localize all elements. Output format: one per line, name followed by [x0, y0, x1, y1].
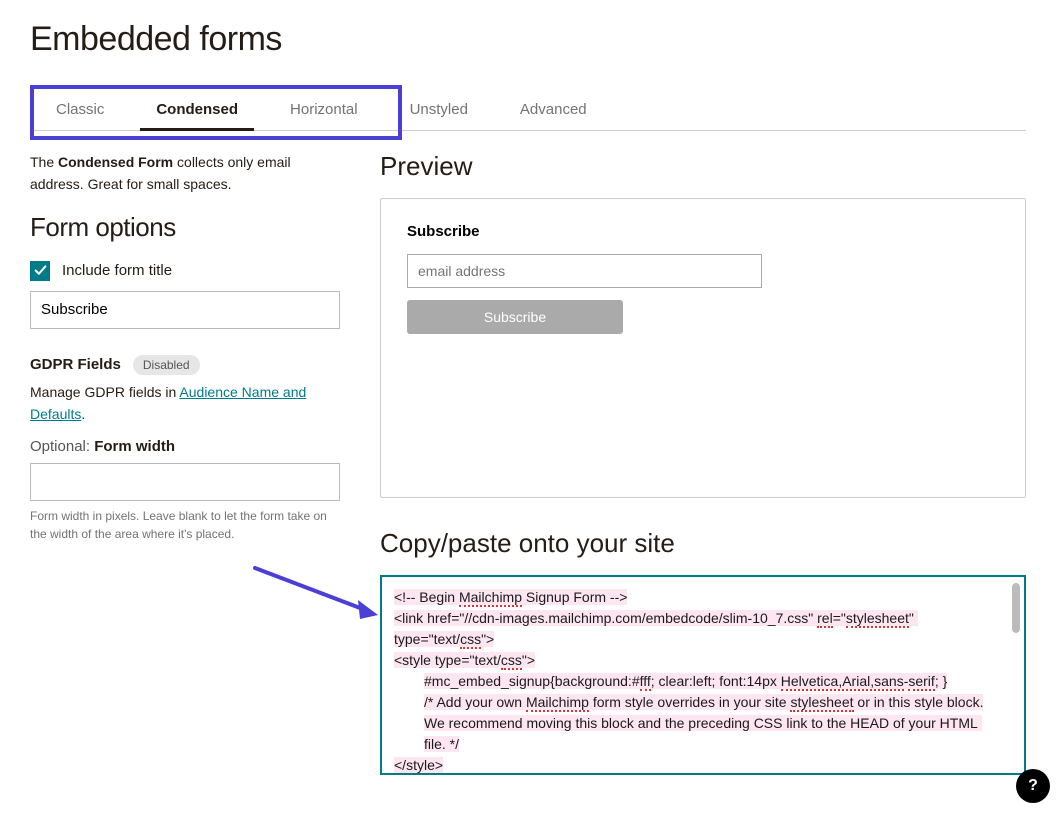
- tab-horizontal[interactable]: Horizontal: [264, 89, 384, 130]
- preview-heading: Preview: [380, 151, 1026, 182]
- tabs-bar: Classic Condensed Horizontal Unstyled Ad…: [30, 89, 1026, 131]
- tab-condensed[interactable]: Condensed: [130, 89, 264, 130]
- page-title: Embedded forms: [30, 20, 1026, 59]
- preview-form-title: Subscribe: [407, 223, 999, 240]
- form-width-input[interactable]: [30, 463, 340, 501]
- form-width-label: Optional: Form width: [30, 438, 340, 455]
- tab-unstyled[interactable]: Unstyled: [384, 89, 494, 130]
- preview-email-input[interactable]: [407, 254, 762, 288]
- tab-advanced[interactable]: Advanced: [494, 89, 613, 130]
- form-width-help: Form width in pixels. Leave blank to let…: [30, 507, 340, 543]
- gdpr-help-text: Manage GDPR fields in Audience Name and …: [30, 381, 340, 426]
- help-button[interactable]: ?: [1016, 769, 1050, 803]
- scrollbar-thumb[interactable]: [1012, 583, 1020, 633]
- preview-subscribe-button[interactable]: Subscribe: [407, 300, 623, 334]
- form-options-panel: The Condensed Form collects only email a…: [30, 151, 340, 775]
- embed-code-textarea[interactable]: <!-- Begin Mailchimp Signup Form --> <li…: [380, 575, 1026, 775]
- preview-box: Subscribe Subscribe: [380, 198, 1026, 498]
- copy-paste-heading: Copy/paste onto your site: [380, 528, 1026, 559]
- tab-classic[interactable]: Classic: [30, 89, 130, 130]
- include-form-title-label: Include form title: [62, 262, 172, 279]
- form-options-heading: Form options: [30, 212, 340, 243]
- check-icon: [34, 264, 47, 277]
- include-form-title-checkbox[interactable]: [30, 261, 50, 281]
- form-description: The Condensed Form collects only email a…: [30, 151, 340, 196]
- gdpr-status-badge: Disabled: [133, 355, 200, 375]
- gdpr-fields-label: GDPR Fields: [30, 356, 121, 373]
- form-title-input[interactable]: [30, 291, 340, 329]
